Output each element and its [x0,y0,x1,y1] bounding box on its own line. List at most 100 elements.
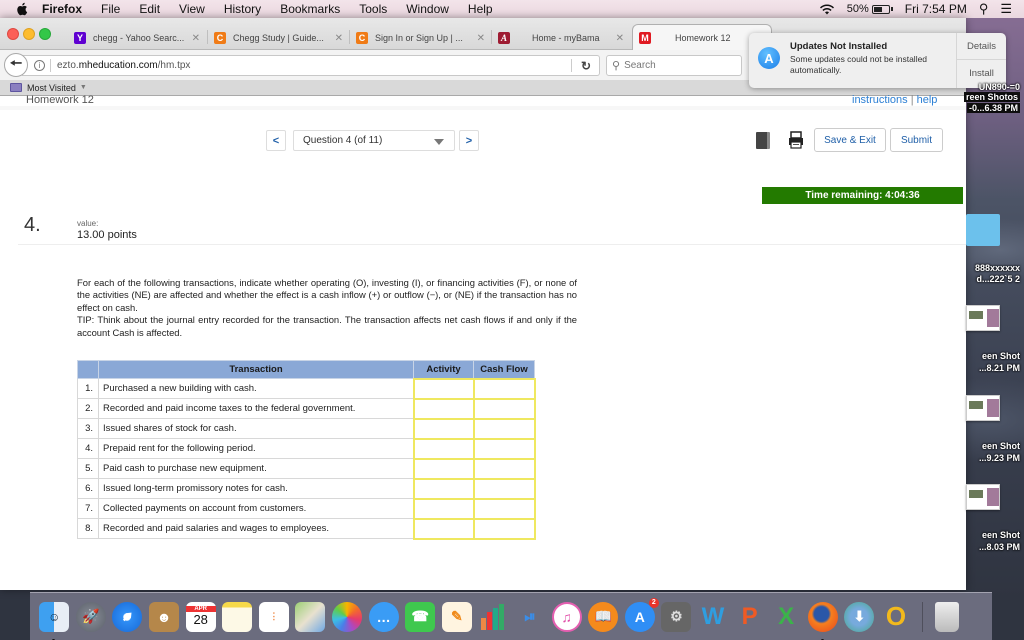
tab-chegg-study[interactable]: C Chegg Study | Guide... ✕ [208,26,349,50]
spotlight-icon[interactable]: ⚲ [979,1,989,17]
firefox-icon[interactable] [807,601,838,640]
cash-flow-input[interactable] [474,439,534,458]
maps-icon[interactable] [295,601,326,632]
cash-flow-cell [472,497,536,520]
submit-button[interactable]: Submit [890,128,943,152]
tab-title: Sign In or Sign Up | ... [375,33,463,43]
activity-input[interactable] [414,399,473,418]
chevron-down-icon[interactable]: ▼ [80,84,87,91]
contacts-icon[interactable]: ☻ [149,601,180,632]
tab-close-icon[interactable]: ✕ [477,33,485,44]
notification-center-icon[interactable]: ☰ [1000,1,1012,17]
question-select[interactable]: Question 4 (of 11) [293,130,455,151]
time-remaining-banner: Time remaining: 4:04:36 [762,187,963,204]
activity-input[interactable] [414,419,473,438]
tab-mybama[interactable]: A Home - myBama ✕ [492,26,630,50]
reload-icon[interactable]: ↻ [581,59,591,73]
activity-input[interactable] [414,379,473,398]
row-transaction: Paid cash to purchase new equipment. [98,458,414,479]
cash-flow-input[interactable] [474,419,534,438]
search-input[interactable]: ⚲ Search [606,55,742,76]
cash-flow-input[interactable] [474,399,534,418]
alabama-favicon-icon: A [498,32,510,44]
back-button[interactable]: 🠔 [4,53,28,77]
url-bar[interactable]: i ezto. mheducation.com/hm.tpx ↻ [22,55,600,76]
launchpad-icon[interactable]: 🚀 [75,601,106,632]
zoom-window-button[interactable] [39,28,51,40]
tab-close-icon[interactable]: ✕ [335,33,343,44]
cash-flow-input[interactable] [474,479,534,498]
close-window-button[interactable] [7,28,19,40]
menu-window[interactable]: Window [406,2,449,16]
reminders-icon[interactable]: ⋮ [258,601,289,632]
downloader-icon[interactable]: ⬇ [844,601,875,632]
cash-flow-input[interactable] [474,499,534,518]
finder-icon[interactable]: ☺ [39,601,70,640]
next-question-button[interactable]: > [459,130,479,151]
tab-yahoo-search[interactable]: Y chegg - Yahoo Searc... ✕ [68,26,206,50]
help-link[interactable]: help [917,94,938,106]
print-icon[interactable] [788,131,804,149]
trash-icon[interactable] [934,601,959,632]
tab-chegg-sign-in[interactable]: C Sign In or Sign Up | ... ✕ [350,26,491,50]
menu-history[interactable]: History [224,2,261,16]
instructions-link[interactable]: instructions [852,94,908,106]
messages-icon[interactable]: … [368,601,399,632]
dropdown-arrow-icon [434,139,444,145]
cash-flow-input[interactable] [474,379,534,398]
minimize-window-button[interactable] [23,28,35,40]
safari-icon[interactable]: ➚ [112,601,143,632]
app-store-dock-icon[interactable]: A2 [624,597,659,632]
menu-app-name[interactable]: Firefox [42,2,82,16]
system-preferences-icon[interactable]: ⚙ [661,601,692,632]
outlook-icon[interactable]: O [881,601,911,632]
notification-body: Some updates could not be installed auto… [790,54,928,75]
cash-flow-input[interactable] [474,459,534,478]
url-path: /hm.tpx [157,60,191,71]
activity-cell [412,397,475,420]
photos-icon[interactable] [332,601,363,632]
keynote-icon[interactable]: ⏯ [515,602,545,632]
tab-close-icon[interactable]: ✕ [192,33,200,44]
details-button[interactable]: Details [957,33,1006,60]
menu-help[interactable]: Help [468,2,493,16]
notes-icon[interactable] [222,601,253,632]
menu-bookmarks[interactable]: Bookmarks [280,2,340,16]
most-visited-bookmark[interactable]: Most Visited [27,83,76,93]
word-icon[interactable]: W [698,602,728,632]
wifi-icon[interactable] [819,3,835,15]
activity-input[interactable] [414,519,473,538]
cash-flow-input[interactable] [474,519,534,538]
numbers-icon[interactable] [478,602,508,632]
previous-question-button[interactable]: < [266,130,286,151]
links-separator: | [907,94,917,106]
activity-input[interactable] [414,479,473,498]
activity-input[interactable] [414,499,473,518]
facetime-icon[interactable]: ☎ [405,601,436,632]
save-exit-button[interactable]: Save & Exit [814,128,886,152]
ibooks-icon[interactable]: 📖 [588,601,619,632]
activity-input[interactable] [414,459,473,478]
calendar-icon[interactable]: APR 28 [185,601,216,632]
menu-view[interactable]: View [179,2,205,16]
activity-input[interactable] [414,439,473,458]
itunes-icon[interactable]: ♫ [551,601,582,632]
apple-menu-icon[interactable] [16,2,30,16]
ebook-icon[interactable] [756,132,770,149]
menu-tools[interactable]: Tools [359,2,387,16]
excel-icon[interactable]: X [771,602,801,632]
value-label: value: [77,219,99,228]
divider [18,244,966,245]
menu-file[interactable]: File [101,2,120,16]
tab-close-icon[interactable]: ✕ [616,33,624,44]
clock[interactable]: Fri 7:54 PM [905,2,967,16]
row-transaction: Purchased a new building with cash. [98,378,414,399]
battery-status[interactable]: 50% [847,3,893,15]
tab-title: Homework 12 [675,33,731,43]
table-row: 6. Issued long-term promissory notes for… [77,477,536,500]
powerpoint-icon[interactable]: P [735,602,765,632]
menu-edit[interactable]: Edit [139,2,160,16]
site-info-icon[interactable]: i [34,60,45,71]
activity-cell [412,377,475,400]
pages-icon[interactable]: ✎ [441,601,472,632]
